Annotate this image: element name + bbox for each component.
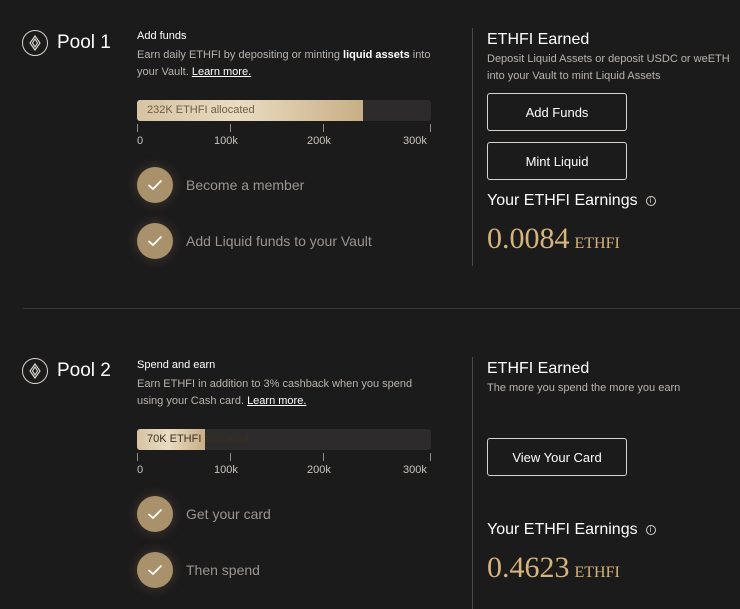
earnings-unit: ETHFI — [574, 564, 620, 581]
step-add-liquid-funds: Add Liquid funds to your Vault — [137, 223, 372, 259]
learn-more-link[interactable]: Learn more. — [247, 395, 306, 407]
pool-1-section: Pool 1 Add funds Earn daily ETHFI by dep… — [0, 0, 740, 308]
checkmark-icon — [137, 496, 173, 532]
step-label: Get your card — [186, 506, 271, 522]
desc-text: Earn daily ETHFI by depositing or mintin… — [137, 49, 344, 61]
pool-title: Pool 1 — [57, 32, 111, 53]
allocation-progress-bar: 232K ETHFI allocated — [137, 100, 431, 121]
step-get-card: Get your card — [137, 496, 271, 532]
section-title: Add funds — [137, 30, 187, 42]
view-your-card-button[interactable]: View Your Card — [487, 438, 627, 476]
step-then-spend: Then spend — [137, 552, 260, 588]
info-icon[interactable]: i — [645, 525, 656, 535]
tick-label: 100k — [214, 135, 238, 147]
allocation-label: 232K ETHFI allocated — [147, 104, 255, 116]
checkmark-icon — [137, 552, 173, 588]
tick-label: 300k — [403, 135, 427, 147]
pool-2-header: Pool 2 — [22, 358, 111, 384]
step-label: Add Liquid funds to your Vault — [186, 233, 372, 249]
ethfi-logo-icon — [22, 30, 48, 56]
ethfi-earned-description: Deposit Liquid Assets or deposit USDC or… — [487, 53, 730, 82]
learn-more-link[interactable]: Learn more. — [192, 66, 251, 78]
pool-2-section: Pool 2 Spend and earn Earn ETHFI in addi… — [0, 309, 740, 609]
desc-bold-text: liquid assets — [343, 49, 410, 61]
earnings-value: 0.0084 ETHFI — [487, 222, 620, 256]
earnings-title-text: Your ETHFI Earnings — [487, 192, 638, 209]
tick-label: 0 — [137, 135, 144, 147]
pool-1-header: Pool 1 — [22, 30, 111, 56]
tick-label: 200k — [307, 464, 331, 476]
tick-label: 300k — [403, 464, 427, 476]
ethfi-earned-title: ETHFI Earned — [487, 31, 590, 48]
mint-liquid-button[interactable]: Mint Liquid — [487, 142, 627, 180]
section-description: Earn ETHFI in addition to 3% cashback wh… — [137, 376, 437, 410]
earnings-title-text: Your ETHFI Earnings — [487, 521, 638, 538]
step-become-member: Become a member — [137, 167, 304, 203]
allocation-label: 70K ETHFI allocated — [147, 433, 249, 445]
info-icon[interactable]: i — [645, 196, 656, 206]
earnings-value: 0.4623 ETHFI — [487, 551, 620, 585]
earnings-unit: ETHFI — [574, 235, 620, 252]
checkmark-icon — [137, 167, 173, 203]
step-label: Become a member — [186, 177, 305, 193]
step-label: Then spend — [186, 562, 260, 578]
earnings-amount: 0.0084 — [487, 222, 570, 255]
section-title: Spend and earn — [137, 359, 216, 371]
add-funds-button[interactable]: Add Funds — [487, 93, 627, 131]
allocation-axis: 0 100k 200k 300k — [137, 124, 431, 147]
tick-label: 100k — [214, 464, 238, 476]
ethfi-earned-description: The more you spend the more you earn — [487, 382, 681, 394]
vertical-divider — [472, 28, 473, 266]
section-description: Earn daily ETHFI by depositing or mintin… — [137, 47, 437, 81]
vertical-divider — [472, 357, 473, 609]
tick-label: 0 — [137, 464, 144, 476]
earnings-amount: 0.4623 — [487, 551, 570, 584]
tick-label: 200k — [307, 135, 331, 147]
checkmark-icon — [137, 223, 173, 259]
ethfi-earned-title: ETHFI Earned — [487, 360, 590, 377]
earnings-title: Your ETHFI Earnings i — [487, 192, 656, 210]
pool-title: Pool 2 — [57, 360, 111, 381]
ethfi-logo-icon — [22, 358, 48, 384]
allocation-progress-bar: 70K ETHFI allocated — [137, 429, 431, 450]
allocation-axis: 0 100k 200k 300k — [137, 453, 431, 476]
earnings-title: Your ETHFI Earnings i — [487, 521, 656, 539]
